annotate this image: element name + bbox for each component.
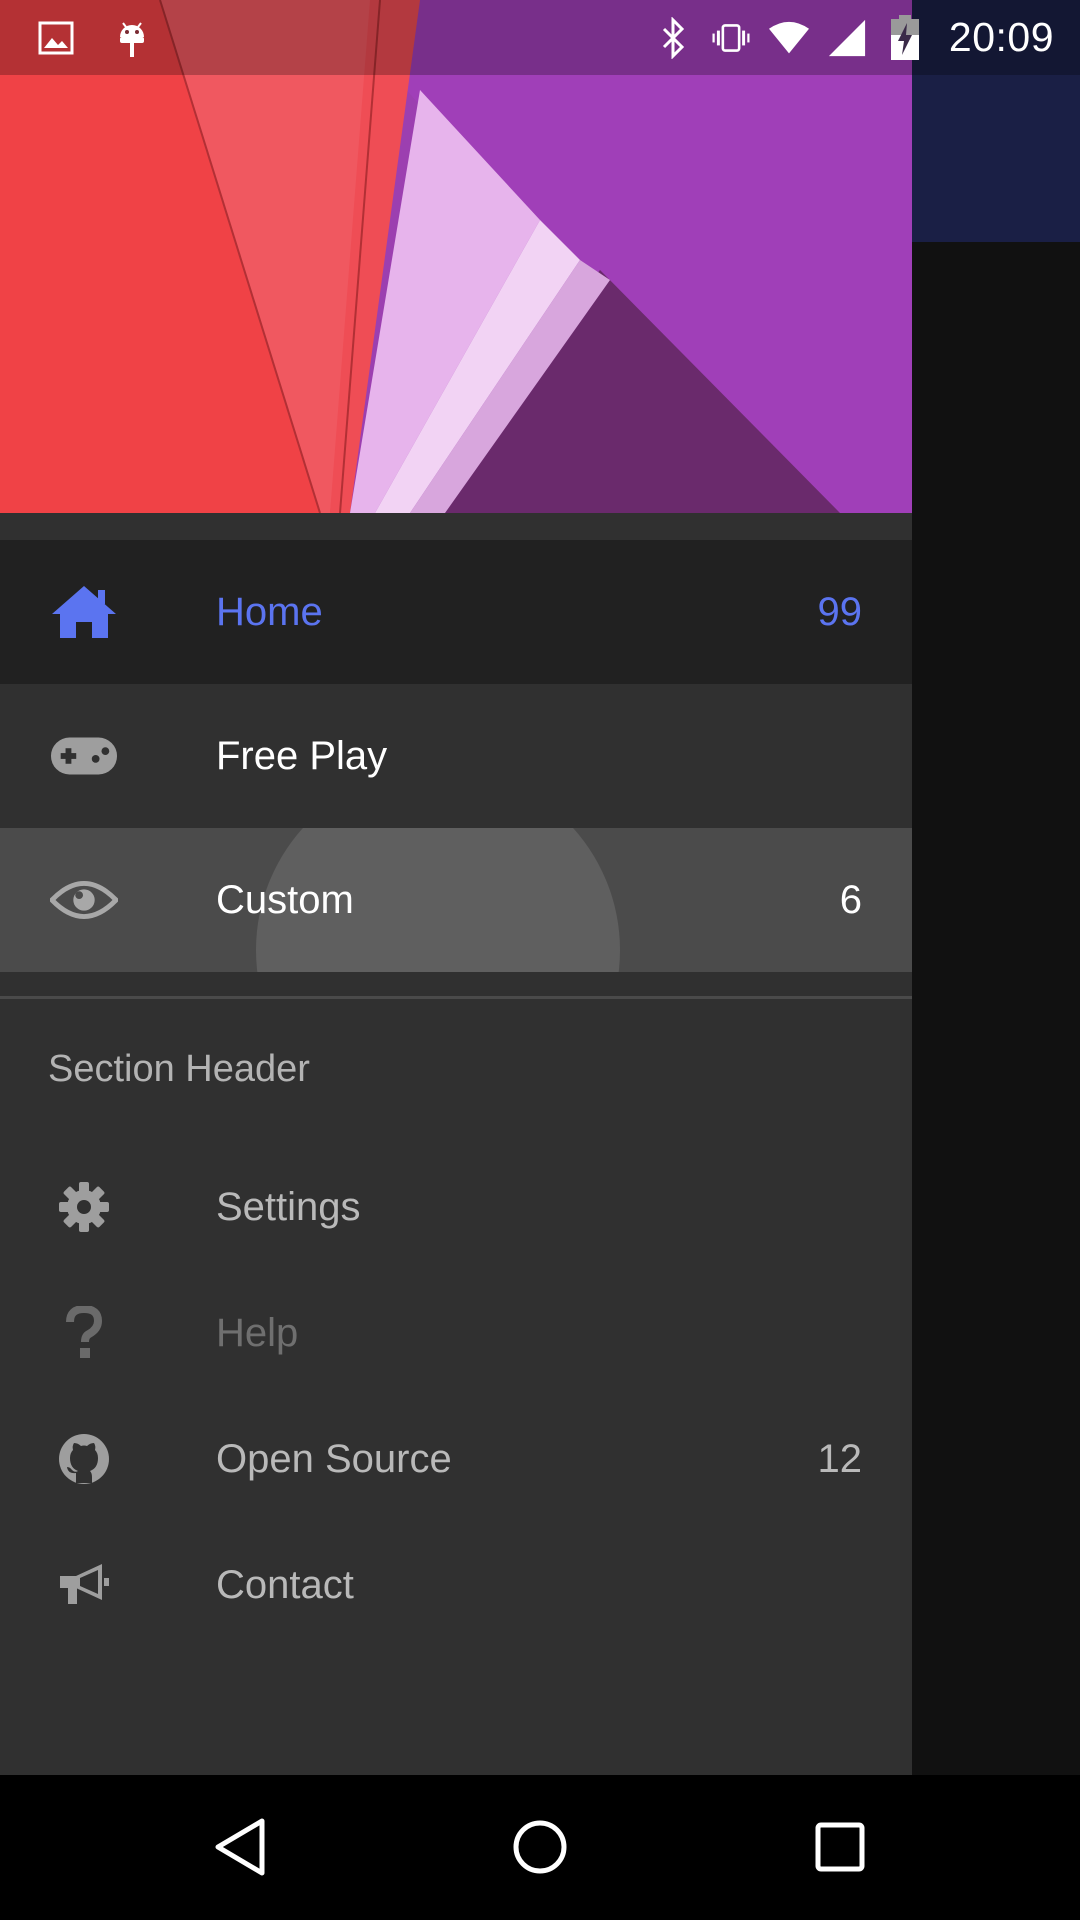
gear-icon — [50, 1173, 118, 1241]
gamepad-icon — [50, 722, 118, 790]
question-icon — [50, 1299, 118, 1367]
vibrate-icon — [711, 18, 751, 58]
drawer-item-label: Custom — [216, 877, 354, 922]
eye-icon — [50, 866, 118, 934]
signal-icon — [827, 18, 867, 58]
drawer-item-label: Settings — [216, 1184, 361, 1229]
drawer-item-open-source[interactable]: Open Source 12 — [0, 1396, 912, 1522]
navigation-drawer: Home 99 Free Play Custom 6 Section Heade… — [0, 0, 912, 1775]
drawer-item-label: Contact — [216, 1562, 354, 1607]
bluetooth-icon — [653, 16, 693, 59]
drawer-item-label: Open Source — [216, 1436, 452, 1481]
android-icon — [112, 18, 152, 58]
drawer-item-help[interactable]: Help — [0, 1270, 912, 1396]
drawer-item-settings[interactable]: Settings — [0, 1144, 912, 1270]
drawer-header-gap — [0, 513, 912, 540]
back-icon[interactable] — [204, 1811, 276, 1883]
status-time: 20:09 — [948, 14, 1054, 60]
drawer-item-custom[interactable]: Custom 6 — [0, 828, 912, 972]
battery-charging-icon — [885, 14, 925, 60]
image-icon — [36, 18, 76, 58]
drawer-item-label: Help — [216, 1310, 299, 1355]
drawer-header-image — [0, 0, 912, 514]
drawer-item-home[interactable]: Home 99 — [0, 540, 912, 684]
home-circle-icon[interactable] — [504, 1811, 576, 1883]
navigation-bar — [0, 1775, 1080, 1920]
home-icon — [50, 578, 118, 646]
drawer-item-free-play[interactable]: Free Play — [0, 684, 912, 828]
drawer-item-contact[interactable]: Contact — [0, 1522, 912, 1648]
megaphone-icon — [50, 1551, 118, 1619]
drawer-item-badge: 99 — [817, 589, 863, 634]
drawer-item-label: Free Play — [216, 733, 388, 778]
drawer-item-badge: 12 — [817, 1436, 863, 1481]
section-header: Section Header — [48, 1048, 310, 1090]
status-bar: 20:09 — [0, 0, 1080, 75]
wifi-icon — [768, 18, 809, 58]
drawer-divider — [0, 996, 912, 999]
drawer-item-label: Home — [216, 589, 323, 634]
recents-icon[interactable] — [804, 1811, 876, 1883]
github-icon — [50, 1425, 118, 1493]
drawer-item-badge: 6 — [839, 877, 862, 922]
